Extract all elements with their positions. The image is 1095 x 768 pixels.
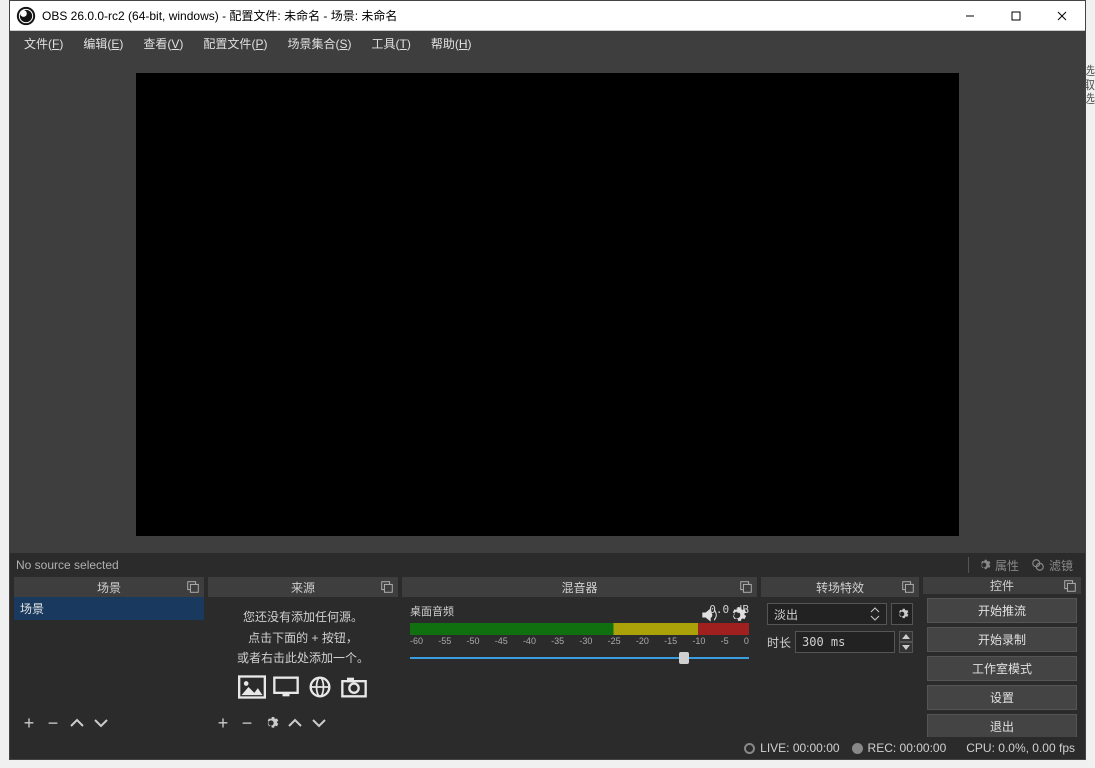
transitions-title: 转场特效 [816,579,864,596]
mixer-track-name: 桌面音频 [410,603,709,619]
preview-area[interactable] [10,55,1085,553]
minimize-button[interactable] [947,1,993,30]
duration-input[interactable]: 300 ms [795,631,895,653]
menu-edit[interactable]: 编辑(E) [73,32,133,55]
mixer-volume-slider[interactable] [410,652,749,664]
mixer-ticks: -60-55-50-45-40-35-30-25-20-15-10-50 [410,636,749,646]
scene-item[interactable]: 场景 [14,597,204,620]
maximize-button[interactable] [993,1,1039,30]
popout-icon[interactable] [1063,579,1077,593]
no-source-label: No source selected [16,558,119,572]
popout-icon[interactable] [739,580,753,594]
sources-title: 来源 [291,579,315,596]
duration-label: 时长 [767,634,791,651]
add-source-button[interactable]: + [212,712,234,734]
gear-icon[interactable] [727,605,747,625]
popout-icon[interactable] [186,580,200,594]
scene-list[interactable]: 场景 [14,597,204,709]
window-title: OBS 26.0.0-rc2 (64-bit, windows) - 配置文件:… [42,7,947,24]
close-button[interactable] [1039,1,1085,30]
remove-source-button[interactable]: − [236,712,258,734]
menubar: 文件(F) 编辑(E) 查看(V) 配置文件(P) 场景集合(S) 工具(T) … [10,31,1085,55]
duration-up-button[interactable] [899,631,913,642]
statusbar: LIVE: 00:00:00 REC: 00:00:00 CPU: 0.0%, … [10,737,1085,759]
titlebar: OBS 26.0.0-rc2 (64-bit, windows) - 配置文件:… [10,1,1085,31]
start-stream-button[interactable]: 开始推流 [927,598,1077,623]
camera-source-icon [340,675,368,699]
rec-indicator-icon [852,743,863,754]
filters-icon [1031,558,1045,572]
filters-button[interactable]: 滤镜 [1025,555,1079,576]
image-source-icon [238,675,266,699]
settings-button[interactable]: 设置 [927,685,1077,710]
duration-down-button[interactable] [899,642,913,653]
popout-icon[interactable] [380,580,394,594]
transitions-dock: 转场特效 淡出 时长 300 ms [761,577,919,737]
preview-canvas [136,73,959,536]
menu-scene-collection[interactable]: 场景集合(S) [277,32,361,55]
gear-icon [977,558,991,572]
controls-title: 控件 [990,577,1014,594]
scenes-dock: 场景 场景 + − [14,577,204,737]
live-indicator-icon [744,743,755,754]
studio-mode-button[interactable]: 工作室模式 [927,656,1077,681]
live-status: LIVE: 00:00:00 [760,741,839,755]
add-scene-button[interactable]: + [18,712,40,734]
source-up-button[interactable] [284,712,306,734]
menu-tools[interactable]: 工具(T) [361,32,420,55]
browser-source-icon [306,675,334,699]
remove-scene-button[interactable]: − [42,712,64,734]
scene-up-button[interactable] [66,712,88,734]
source-properties-button[interactable] [260,712,282,734]
start-record-button[interactable]: 开始录制 [927,627,1077,652]
exit-button[interactable]: 退出 [927,714,1077,739]
sources-dock: 来源 您还没有添加任何源。 点击下面的 + 按钮， 或者右击此处添加一个。 [208,577,398,737]
context-toolbar: No source selected 属性 滤镜 [10,553,1085,577]
obs-logo-icon [16,6,36,26]
chevron-updown-icon [870,607,880,621]
menu-help[interactable]: 帮助(H) [421,32,482,55]
popout-icon[interactable] [901,580,915,594]
scene-down-button[interactable] [90,712,112,734]
menu-view[interactable]: 查看(V) [133,32,193,55]
rec-status: REC: 00:00:00 [868,741,947,755]
menu-file[interactable]: 文件(F) [14,32,73,55]
properties-button[interactable]: 属性 [971,555,1025,576]
mixer-title: 混音器 [561,579,597,596]
transition-properties-button[interactable] [891,603,913,625]
source-down-button[interactable] [308,712,330,734]
scenes-title: 场景 [97,579,121,596]
sources-empty[interactable]: 您还没有添加任何源。 点击下面的 + 按钮， 或者右击此处添加一个。 [208,597,398,709]
menu-profiles[interactable]: 配置文件(P) [193,32,277,55]
speaker-icon[interactable] [699,605,719,625]
mixer-dock: 混音器 桌面音频 0.0 dB -60-55-50-45-40-35-30-25… [402,577,757,737]
controls-dock: 控件 开始推流 开始录制 工作室模式 设置 退出 [923,577,1081,737]
transition-select[interactable]: 淡出 [767,603,887,625]
display-source-icon [272,675,300,699]
cpu-status: CPU: 0.0%, 0.00 fps [966,741,1075,755]
